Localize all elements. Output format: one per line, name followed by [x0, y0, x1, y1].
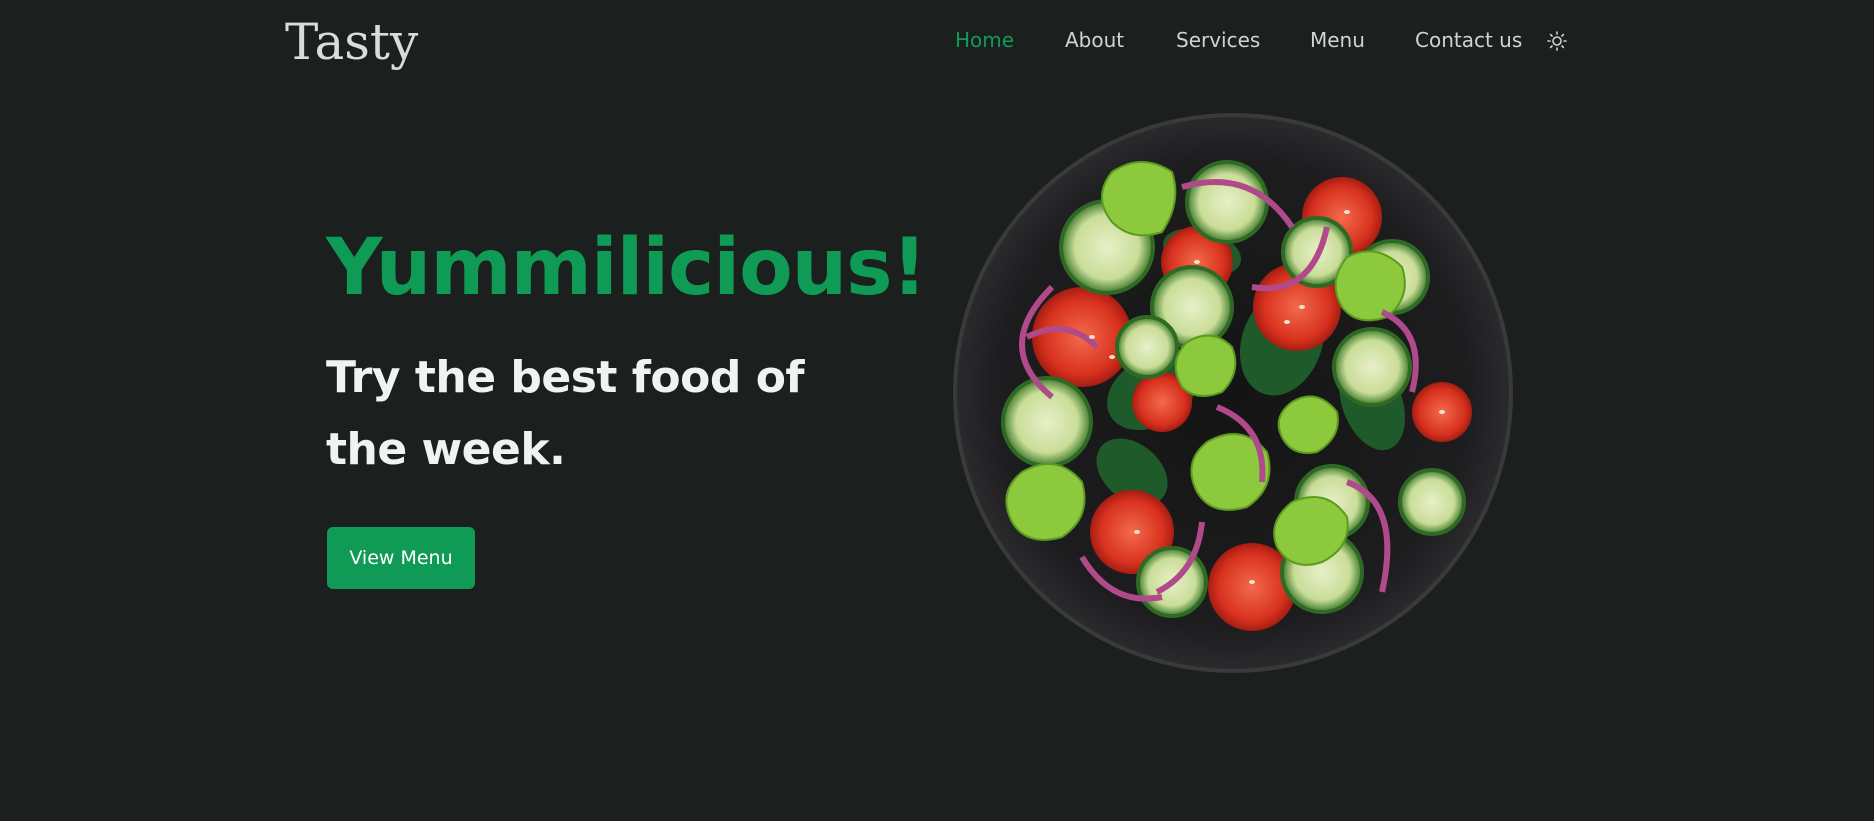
- nav-item-menu[interactable]: Menu: [1310, 28, 1365, 52]
- sun-icon[interactable]: [1546, 30, 1568, 52]
- hero-subtitle: Try the best food of the week.: [326, 352, 805, 475]
- nav-item-home[interactable]: Home: [955, 28, 1014, 52]
- nav-item-about[interactable]: About: [1065, 28, 1124, 52]
- main-nav: Home About Services Menu Contact us: [0, 24, 1874, 60]
- nav-item-services[interactable]: Services: [1176, 28, 1260, 52]
- nav-item-contact[interactable]: Contact us: [1415, 28, 1522, 52]
- view-menu-button[interactable]: View Menu: [327, 527, 475, 589]
- hero-title: Yummilicious!: [326, 223, 927, 313]
- landing-page: Tasty Home About Services Menu Contact u…: [0, 0, 1874, 821]
- salad-bowl-image: [953, 113, 1513, 673]
